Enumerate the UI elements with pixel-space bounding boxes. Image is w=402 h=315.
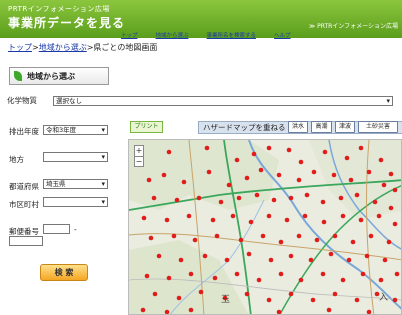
section-heading: 地域から選ぶ <box>9 67 109 85</box>
menu-item-search[interactable]: 事業所名を検索する <box>201 31 263 41</box>
hazard-landslide-button[interactable]: 土砂災害 <box>358 121 398 133</box>
city-label: 市区町村 <box>9 200 39 209</box>
map-place-label: 玉 <box>221 295 231 305</box>
breadcrumb-current: 県ごとの地図画面 <box>93 43 158 52</box>
zoom-in-button[interactable]: + <box>135 146 143 156</box>
region-select[interactable] <box>43 152 108 162</box>
region-label: 地方 <box>9 155 24 164</box>
zip-dash: - <box>74 225 77 234</box>
brand-title[interactable]: 事業所データを見る <box>8 14 125 31</box>
search-button[interactable]: 検 索 <box>40 264 88 281</box>
breadcrumb-region-link[interactable]: 地域から選ぶ <box>39 43 87 52</box>
map-canvas <box>129 140 401 314</box>
chemical-label: 化学物質 <box>7 96 37 105</box>
print-button[interactable]: プリント <box>130 121 163 133</box>
brand-subtitle: PRTRインフォメーション広場 <box>8 5 110 13</box>
menu-item-region[interactable]: 地域から選ぶ <box>150 31 195 41</box>
hazard-storm-surge-button[interactable]: 高潮 <box>311 121 332 133</box>
hazard-tsunami-button[interactable]: 津波 <box>335 121 355 133</box>
chemical-select[interactable]: 選択なし <box>53 96 393 106</box>
map-place-label: 入 <box>379 293 389 303</box>
zip-second-input[interactable] <box>9 236 43 246</box>
leaf-icon <box>14 71 22 81</box>
map-view[interactable]: + − 玉 入 <box>128 139 402 315</box>
section-title: 地域から選ぶ <box>27 71 75 81</box>
zoom-control: + − <box>134 145 144 167</box>
menu-item-help[interactable]: ヘルプ <box>268 31 297 41</box>
site-header: PRTRインフォメーション広場 事業所データを見る ≫ PRTRインフォメーショ… <box>0 0 402 41</box>
menu-item-top[interactable]: トップ <box>115 31 144 41</box>
zoom-out-button[interactable]: − <box>135 156 143 166</box>
fiscal-year-select[interactable]: 令和3年度 <box>43 125 108 135</box>
breadcrumb-top-link[interactable]: トップ <box>8 43 32 52</box>
breadcrumb: トップ>地域から選ぶ>県ごとの地図画面 <box>8 43 158 52</box>
prefecture-label: 都道府県 <box>9 182 39 191</box>
fiscal-year-label: 排出年度 <box>9 127 39 136</box>
city-select[interactable] <box>43 197 108 207</box>
top-menu: トップ 地域から選ぶ 事業所名を検索する ヘルプ <box>115 31 297 41</box>
zip-first-input[interactable] <box>43 224 70 234</box>
prefecture-select[interactable]: 埼玉県 <box>43 179 108 189</box>
portal-logo-link[interactable]: ≫ PRTRインフォメーション広場 <box>309 21 398 30</box>
hazard-flood-button[interactable]: 洪水 <box>288 121 308 133</box>
